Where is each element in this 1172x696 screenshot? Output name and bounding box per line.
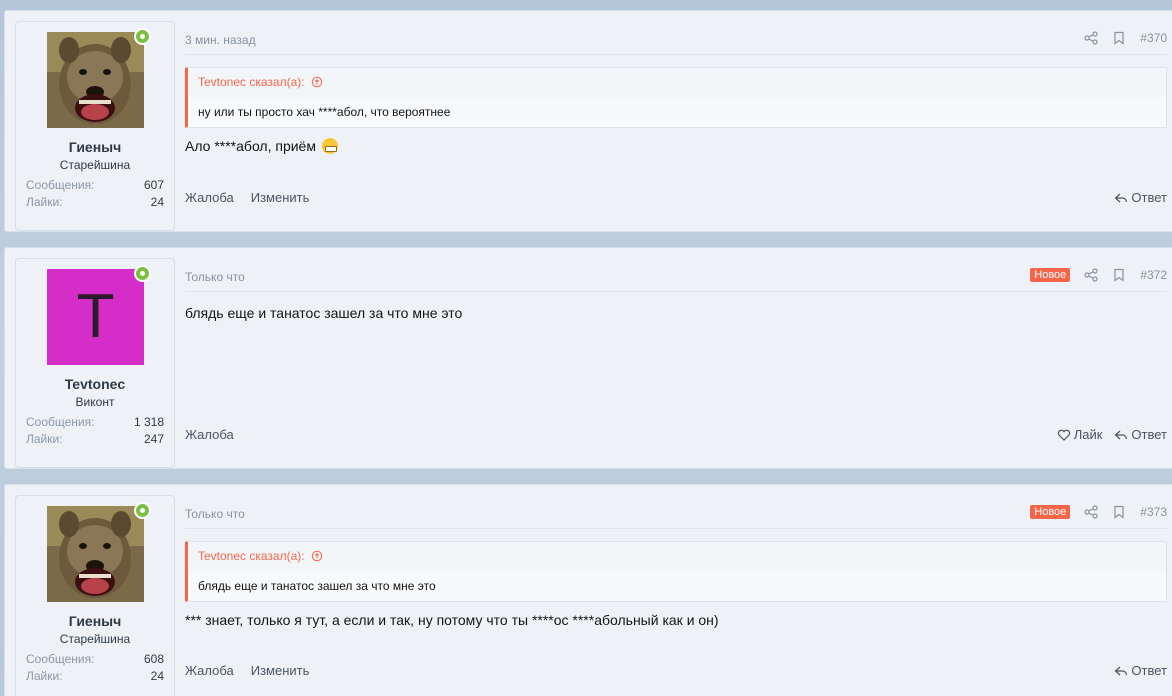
likes-count: 24 xyxy=(150,195,164,209)
online-status-icon xyxy=(134,265,151,282)
edit-button[interactable]: Изменить xyxy=(251,663,310,678)
post-number[interactable]: #373 xyxy=(1140,505,1167,519)
post-meta: Только что Новое #372 xyxy=(185,264,1167,292)
edit-button[interactable]: Изменить xyxy=(251,190,310,205)
post-time[interactable]: Только что xyxy=(185,507,245,521)
avatar[interactable] xyxy=(47,506,144,602)
messages-stat: Сообщения: 607 xyxy=(26,178,164,192)
post-meta: Только что Новое #373 xyxy=(185,501,1167,529)
likes-label: Лайки: xyxy=(26,669,63,683)
messages-stat: Сообщения: 608 xyxy=(26,652,164,666)
new-badge: Новое xyxy=(1030,268,1071,282)
reply-label: Ответ xyxy=(1131,190,1167,205)
hyena-avatar-image xyxy=(47,32,144,128)
post-text: *** знает, только я тут, а если и так, н… xyxy=(185,612,1167,628)
likes-count: 247 xyxy=(143,432,164,446)
reply-button[interactable]: Ответ xyxy=(1114,427,1167,442)
post-373: Гиеныч Старейшина Сообщения: 608 Лайки: … xyxy=(4,484,1172,696)
arrow-up-circle-icon[interactable] xyxy=(311,550,323,562)
likes-stat: Лайки: 24 xyxy=(26,195,164,209)
reply-icon xyxy=(1115,430,1128,439)
post-text-content: *** знает, только я тут, а если и так, н… xyxy=(185,612,719,628)
report-button[interactable]: Жалоба xyxy=(185,663,234,678)
user-cell: Гиеныч Старейшина Сообщения: 607 Лайки: … xyxy=(15,21,175,231)
bookmark-icon[interactable] xyxy=(1112,31,1126,45)
post-number[interactable]: #372 xyxy=(1140,268,1167,282)
messages-count[interactable]: 1 318 xyxy=(134,415,164,429)
bookmark-icon[interactable] xyxy=(1112,268,1126,282)
avatar-letter: T xyxy=(76,282,115,351)
messages-count[interactable]: 607 xyxy=(144,178,164,192)
quote-block: Tevtonec сказал(а): ну или ты просто хач… xyxy=(185,67,1167,128)
avatar[interactable] xyxy=(47,32,144,128)
user-cell: T Tevtonec Виконт Сообщения: 1 318 Лайки… xyxy=(15,258,175,468)
messages-count[interactable]: 608 xyxy=(144,652,164,666)
quote-author[interactable]: Tevtonec сказал(а): xyxy=(198,549,305,563)
messages-label: Сообщения: xyxy=(26,178,95,192)
grinning-emoji-icon xyxy=(321,138,338,154)
post-time[interactable]: Только что xyxy=(185,270,245,284)
quote-text: ну или ты просто хач ****абол, что вероя… xyxy=(188,97,1166,127)
report-button[interactable]: Жалоба xyxy=(185,190,234,205)
messages-stat: Сообщения: 1 318 xyxy=(26,415,164,429)
post-372: T Tevtonec Виконт Сообщения: 1 318 Лайки… xyxy=(4,247,1172,469)
like-button[interactable]: Лайк xyxy=(1057,427,1103,442)
user-title: Старейшина xyxy=(59,158,131,172)
quote-block: Tevtonec сказал(а): блядь еще и танатос … xyxy=(185,541,1167,602)
bookmark-icon[interactable] xyxy=(1112,505,1126,519)
reply-label: Ответ xyxy=(1131,427,1167,442)
hyena-avatar-image xyxy=(47,506,144,602)
post-time[interactable]: 3 мин. назад xyxy=(185,33,256,47)
post-footer: Жалоба Изменить Ответ xyxy=(185,663,1167,683)
online-status-icon xyxy=(134,502,151,519)
likes-label: Лайки: xyxy=(26,195,63,209)
quote-author[interactable]: Tevtonec сказал(а): xyxy=(198,75,305,89)
share-icon[interactable] xyxy=(1084,268,1098,282)
post-footer: Жалоба Изменить Ответ xyxy=(185,190,1167,210)
reply-icon xyxy=(1115,666,1128,675)
reply-button[interactable]: Ответ xyxy=(1114,190,1167,205)
post-370: Гиеныч Старейшина Сообщения: 607 Лайки: … xyxy=(4,10,1172,232)
quote-text: блядь еще и танатос зашел за что мне это xyxy=(188,571,1166,601)
post-text-content: Ало ****абол, приём xyxy=(185,138,316,154)
messages-label: Сообщения: xyxy=(26,415,95,429)
username[interactable]: Гиеныч xyxy=(16,139,174,155)
user-title: Старейшина xyxy=(59,632,131,646)
post-text-content: блядь еще и танатос зашел за что мне это xyxy=(185,305,463,321)
share-icon[interactable] xyxy=(1084,505,1098,519)
new-badge: Новое xyxy=(1030,505,1071,519)
likes-count: 24 xyxy=(150,669,164,683)
post-text: блядь еще и танатос зашел за что мне это xyxy=(185,305,1167,321)
report-button[interactable]: Жалоба xyxy=(185,427,234,442)
reply-button[interactable]: Ответ xyxy=(1114,663,1167,678)
likes-stat: Лайки: 24 xyxy=(26,669,164,683)
post-text: Ало ****абол, приём xyxy=(185,138,1167,154)
user-title: Виконт xyxy=(75,395,115,409)
likes-label: Лайки: xyxy=(26,432,63,446)
messages-label: Сообщения: xyxy=(26,652,95,666)
online-status-icon xyxy=(134,28,151,45)
share-icon[interactable] xyxy=(1084,31,1098,45)
user-cell: Гиеныч Старейшина Сообщения: 608 Лайки: … xyxy=(15,495,175,696)
username[interactable]: Tevtonec xyxy=(16,376,174,392)
username[interactable]: Гиеныч xyxy=(16,613,174,629)
reply-icon xyxy=(1115,193,1128,202)
post-number[interactable]: #370 xyxy=(1140,31,1167,45)
likes-stat: Лайки: 247 xyxy=(26,432,164,446)
post-meta: 3 мин. назад #370 xyxy=(185,27,1167,55)
post-footer: Жалоба Лайк Ответ xyxy=(185,427,1167,447)
arrow-up-circle-icon[interactable] xyxy=(311,76,323,88)
avatar[interactable]: T xyxy=(47,269,144,365)
reply-label: Ответ xyxy=(1131,663,1167,678)
like-label: Лайк xyxy=(1073,427,1103,442)
heart-icon xyxy=(1057,429,1070,441)
